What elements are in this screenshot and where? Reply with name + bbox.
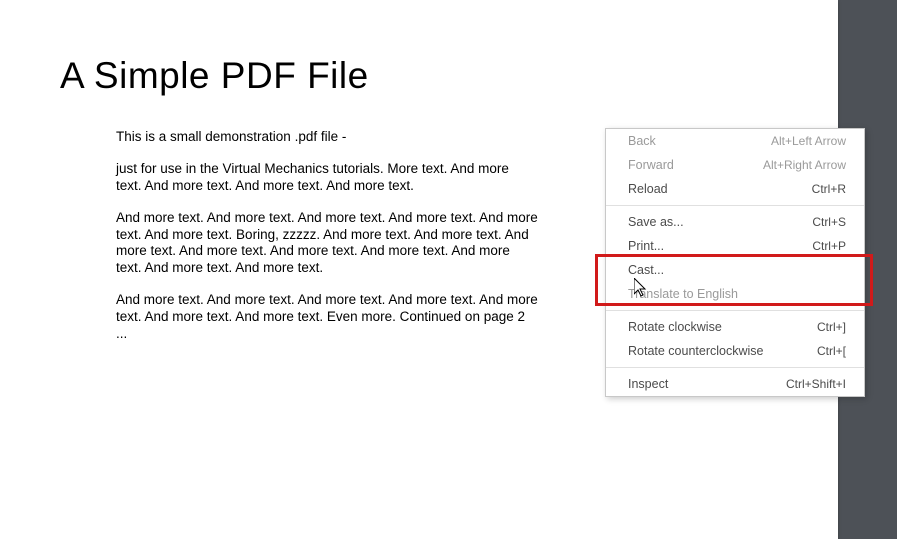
menu-shortcut: Ctrl+P — [812, 239, 846, 253]
context-menu: Back Alt+Left Arrow Forward Alt+Right Ar… — [605, 128, 865, 397]
paragraph: This is a small demonstration .pdf file … — [116, 129, 538, 146]
menu-label: Save as... — [628, 215, 684, 229]
menu-item-back[interactable]: Back Alt+Left Arrow — [606, 129, 864, 153]
menu-item-save-as[interactable]: Save as... Ctrl+S — [606, 210, 864, 234]
menu-shortcut: Ctrl+Shift+I — [786, 377, 846, 391]
menu-item-cast[interactable]: Cast... — [606, 258, 864, 282]
menu-shortcut: Ctrl+] — [817, 320, 846, 334]
menu-item-reload[interactable]: Reload Ctrl+R — [606, 177, 864, 201]
menu-separator — [606, 367, 864, 368]
menu-shortcut: Alt+Left Arrow — [771, 134, 846, 148]
menu-item-translate[interactable]: Translate to English — [606, 282, 864, 306]
menu-shortcut: Ctrl+S — [812, 215, 846, 229]
menu-shortcut: Alt+Right Arrow — [763, 158, 846, 172]
menu-label: Rotate clockwise — [628, 320, 722, 334]
paragraph: just for use in the Virtual Mechanics tu… — [116, 161, 538, 195]
menu-shortcut: Ctrl+R — [812, 182, 846, 196]
menu-label: Reload — [628, 182, 668, 196]
menu-label: Rotate counterclockwise — [628, 344, 763, 358]
menu-item-forward[interactable]: Forward Alt+Right Arrow — [606, 153, 864, 177]
paragraph: And more text. And more text. And more t… — [116, 292, 538, 343]
menu-item-rotate-clockwise[interactable]: Rotate clockwise Ctrl+] — [606, 315, 864, 339]
menu-label: Forward — [628, 158, 674, 172]
menu-label: Cast... — [628, 263, 664, 277]
menu-item-rotate-counterclockwise[interactable]: Rotate counterclockwise Ctrl+[ — [606, 339, 864, 363]
menu-separator — [606, 205, 864, 206]
menu-separator — [606, 310, 864, 311]
menu-label: Print... — [628, 239, 664, 253]
menu-label: Back — [628, 134, 656, 148]
page-title: A Simple PDF File — [60, 55, 778, 97]
menu-item-print[interactable]: Print... Ctrl+P — [606, 234, 864, 258]
menu-label: Inspect — [628, 377, 668, 391]
paragraph: And more text. And more text. And more t… — [116, 210, 538, 278]
menu-item-inspect[interactable]: Inspect Ctrl+Shift+I — [606, 372, 864, 396]
menu-shortcut: Ctrl+[ — [817, 344, 846, 358]
menu-label: Translate to English — [628, 287, 738, 301]
